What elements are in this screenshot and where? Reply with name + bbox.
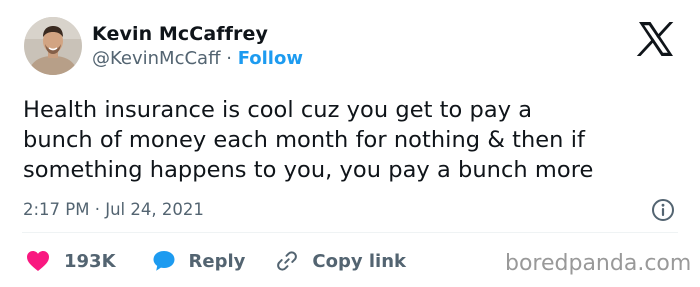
reply-button[interactable]: Reply (152, 249, 246, 273)
tweet-timestamp[interactable]: 2:17 PM · Jul 24, 2021 (23, 200, 204, 219)
copy-link-label: Copy link (312, 250, 406, 272)
separator-dot: · (226, 48, 232, 69)
follow-button[interactable]: Follow (238, 48, 303, 69)
reply-label: Reply (188, 250, 246, 272)
divider (22, 232, 678, 233)
avatar[interactable] (24, 17, 82, 75)
action-bar: 193K Reply Copy link (26, 248, 406, 274)
copy-link-button[interactable]: Copy link (275, 249, 406, 273)
author-meta: @KevinMcCaff · Follow (92, 48, 303, 69)
x-logo-icon[interactable] (636, 21, 676, 57)
speech-bubble-icon (152, 249, 176, 273)
link-icon (275, 249, 299, 273)
info-icon[interactable] (651, 198, 675, 222)
author-handle[interactable]: @KevinMcCaff (92, 48, 220, 69)
tweet-text: Health insurance is cool cuz you get to … (23, 97, 594, 183)
watermark: boredpanda.com (505, 251, 692, 276)
tweet-card: Kevin McCaffrey @KevinMcCaff · Follow He… (0, 0, 700, 287)
likes-count: 193K (64, 250, 116, 272)
heart-icon (26, 250, 50, 272)
like-button[interactable]: 193K (26, 250, 116, 272)
author-name[interactable]: Kevin McCaffrey (92, 23, 268, 45)
